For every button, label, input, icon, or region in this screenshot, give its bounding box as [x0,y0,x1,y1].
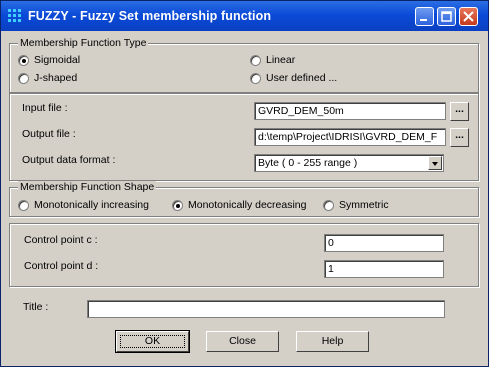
title-label: Title : [23,301,49,313]
radio-label: Monotonically increasing [34,199,149,211]
control-point-d-field[interactable]: 1 [324,260,444,278]
control-point-d-label: Control point d : [24,260,99,272]
maximize-button[interactable] [437,7,456,26]
output-file-field[interactable]: d:\temp\Project\IDRISI\GVRD_DEM_F [254,128,446,146]
dialog-body: Membership Function Type Sigmoidal Linea… [1,31,488,366]
input-file-browse-button[interactable]: ... [450,102,469,121]
title-bar[interactable]: FUZZY - Fuzzy Set membership function [1,1,488,31]
close-button-label: Close [229,335,256,347]
membership-type-group: Membership Function Type Sigmoidal Linea… [9,37,479,93]
radio-circle [172,200,183,211]
chevron-down-icon[interactable] [428,156,442,170]
radio-selected-dot [22,59,26,63]
app-grid-icon [8,9,21,22]
control-points-group: Control point c : 0 Control point d : 1 [9,223,479,287]
output-format-select[interactable]: Byte ( 0 - 255 range ) [254,154,444,172]
radio-label: Symmetric [339,199,389,211]
output-format-value: Byte ( 0 - 255 range ) [258,157,358,169]
membership-type-label: Membership Function Type [18,37,149,49]
control-point-c-label: Control point c : [24,234,98,246]
help-button[interactable]: Help [296,331,369,352]
maximize-icon [438,8,455,25]
radio-circle [250,55,261,66]
radio-selected-dot [176,204,180,208]
radio-circle [323,200,334,211]
radio-circle [250,73,261,84]
membership-shape-label: Membership Function Shape [18,181,157,193]
title-input[interactable] [87,300,445,318]
close-window-button[interactable] [459,7,478,26]
radio-label: J-shaped [34,72,78,84]
radio-label: Monotonically decreasing [188,199,307,211]
minimize-icon [416,8,433,25]
radio-circle [18,73,29,84]
output-format-label: Output data format : [22,154,116,166]
membership-shape-group: Membership Function Shape Monotonically … [9,181,479,217]
ok-button[interactable]: OK [115,330,190,353]
radio-label: User defined ... [266,72,338,84]
window-title: FUZZY - Fuzzy Set membership function [28,9,272,23]
radio-label: Linear [266,54,296,66]
input-file-label: Input file : [22,102,68,114]
output-file-browse-button[interactable]: ... [450,128,469,147]
control-point-c-field[interactable]: 0 [324,234,444,252]
output-file-label: Output file : [22,128,76,140]
radio-circle [18,200,29,211]
minimize-button[interactable] [415,7,434,26]
fuzzy-dialog: FUZZY - Fuzzy Set membership function Me… [0,0,489,367]
close-button[interactable]: Close [206,331,279,352]
radio-label: Sigmoidal [34,54,81,66]
input-file-field[interactable]: GVRD_DEM_50m [254,102,446,120]
help-button-label: Help [321,335,344,347]
focus-rect [120,335,185,348]
radio-circle [18,55,29,66]
close-icon [460,8,477,25]
files-group: Input file : GVRD_DEM_50m ... Output fil… [9,93,479,181]
